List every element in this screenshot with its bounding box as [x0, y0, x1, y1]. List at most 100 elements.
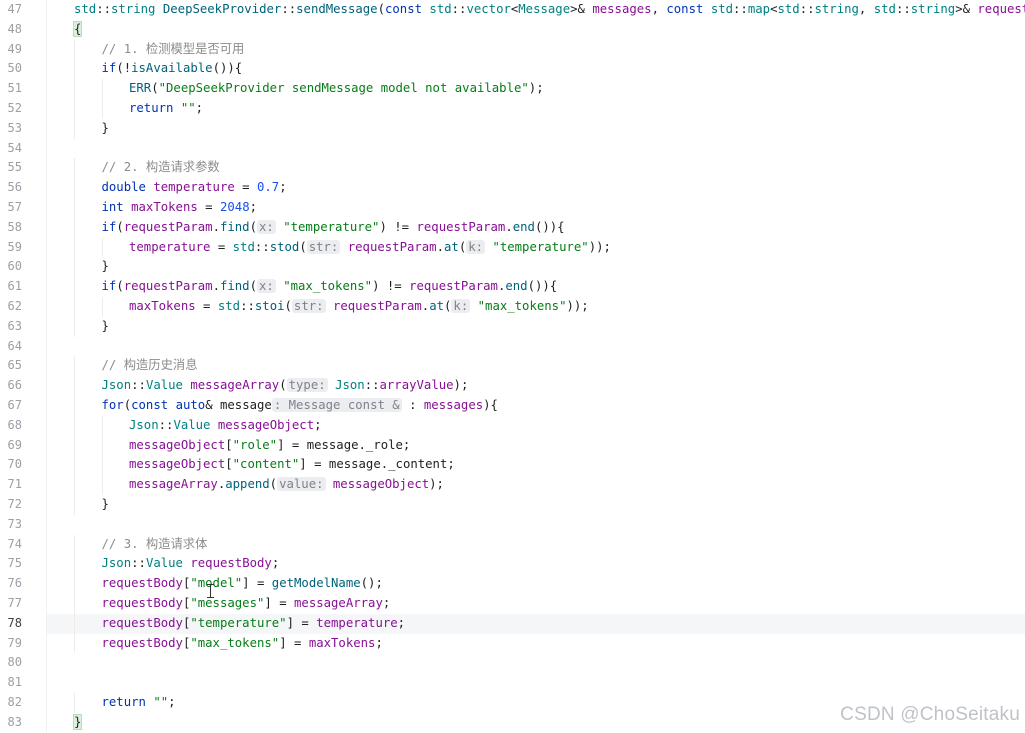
code-text[interactable]: // 1. 检测模型是否可用: [47, 39, 1025, 60]
code-text[interactable]: messageArray.append(value: messageObject…: [47, 475, 1025, 495]
code-line[interactable]: 74 // 3. 构造请求体: [0, 534, 1025, 555]
code-text[interactable]: [47, 673, 1025, 693]
code-line[interactable]: 73: [0, 515, 1025, 535]
code-line[interactable]: 69 messageObject["role"] = message._role;: [0, 435, 1025, 456]
code-line[interactable]: 60}: [0, 257, 1025, 278]
indent-guide: [101, 435, 103, 456]
code-line[interactable]: 54: [0, 139, 1025, 159]
code-text[interactable]: messageObject["role"] = message._role;: [47, 435, 1025, 456]
code-text[interactable]: if(!isAvailable()){: [47, 59, 1025, 80]
code-line[interactable]: 79 requestBody["max_tokens"] = maxTokens;: [0, 633, 1025, 654]
token-plain: .: [212, 219, 220, 234]
code-line[interactable]: 75 Json::Value requestBody;: [0, 554, 1025, 575]
code-text[interactable]: }: [47, 118, 1025, 139]
line-number: 78: [7, 615, 22, 630]
token-plain: ;: [382, 596, 391, 610]
code-line[interactable]: 76 requestBody["model"] = getModelName();: [0, 574, 1025, 594]
token-string: "role": [232, 437, 278, 452]
token-func: sendMessage: [296, 2, 378, 16]
token-string: "max_tokens": [283, 279, 373, 294]
code-line[interactable]: 50 if(!isAvailable()){: [0, 59, 1025, 80]
code-text[interactable]: messageObject["content"] = message._cont…: [47, 455, 1025, 476]
token-type: std: [217, 299, 241, 313]
code-line[interactable]: 47 std::string DeepSeekProvider::sendMess…: [0, 0, 1025, 20]
token-plain: ::: [895, 2, 911, 16]
code-text[interactable]: temperature = std::stod(str: requestPara…: [47, 237, 1025, 258]
code-line[interactable]: 81: [0, 673, 1025, 693]
code-line[interactable]: 57 int maxTokens = 2048;: [0, 198, 1025, 218]
code-line[interactable]: 55 // 2. 构造请求参数: [0, 158, 1025, 179]
token-comment: // 构造历史消息: [101, 358, 198, 373]
code-line[interactable]: 53}: [0, 118, 1025, 139]
code-text[interactable]: ERR("DeepSeekProvider sendMessage model …: [47, 79, 1025, 99]
code-text[interactable]: requestBody["messages"] = messageArray;: [47, 594, 1025, 614]
code-text[interactable]: requestBody["model"] = getModelName();: [47, 574, 1025, 594]
code-line[interactable]: 51 ERR("DeepSeekProvider sendMessage mode…: [0, 79, 1025, 99]
code-text[interactable]: }: [47, 316, 1025, 337]
code-line[interactable]: 56 double temperature = 0.7;: [0, 178, 1025, 198]
token-keyword: return: [101, 695, 146, 709]
indent-guide: [74, 237, 75, 258]
token-plain: ] = message._role;: [277, 437, 411, 452]
code-text[interactable]: requestBody["temperature"] = temperature…: [47, 613, 1025, 634]
code-text[interactable]: // 构造历史消息: [47, 356, 1025, 377]
indent-guide: [74, 217, 75, 238]
code-text[interactable]: if(requestParam.find(x: "temperature") !…: [47, 217, 1025, 238]
code-text[interactable]: [47, 337, 1025, 357]
code-text[interactable]: {: [47, 20, 1025, 40]
code-text[interactable]: }: [47, 257, 1025, 278]
code-text[interactable]: // 3. 构造请求体: [47, 534, 1025, 555]
indent-guide: [101, 99, 103, 119]
code-text[interactable]: Json::Value messageObject;: [47, 415, 1025, 436]
token-string: "temperature": [492, 239, 589, 254]
code-text[interactable]: for(const auto& message: Message const &…: [47, 396, 1025, 416]
token-plain: ::: [364, 378, 380, 393]
code-line[interactable]: 71 messageArray.append(value: messageObje…: [0, 475, 1025, 495]
token-plain: ::: [158, 417, 174, 432]
token-plain: (: [299, 239, 307, 254]
code-text[interactable]: Json::Value requestBody;: [47, 554, 1025, 575]
code-text[interactable]: [47, 139, 1025, 159]
code-line[interactable]: 66 Json::Value messageArray(type: Json::a…: [0, 376, 1025, 396]
code-line[interactable]: 67 for(const auto& message: Message const…: [0, 396, 1025, 416]
code-editor[interactable]: 47 std::string DeepSeekProvider::sendMess…: [0, 0, 1025, 732]
token-func: append: [225, 477, 270, 492]
code-line[interactable]: 61 if(requestParam.find(x: "max_tokens") …: [0, 277, 1025, 297]
code-text[interactable]: if(requestParam.find(x: "max_tokens") !=…: [47, 277, 1025, 297]
token-hint: k:: [466, 239, 486, 254]
code-line[interactable]: 64: [0, 337, 1025, 357]
code-line[interactable]: 62 maxTokens = std::stoi(str: requestPara…: [0, 297, 1025, 317]
code-text[interactable]: std::string DeepSeekProvider::sendMessag…: [47, 0, 1025, 20]
code-text[interactable]: }: [47, 495, 1025, 515]
code-line[interactable]: 80: [0, 653, 1025, 673]
code-line[interactable]: 77 requestBody["messages"] = messageArray…: [0, 594, 1025, 614]
token-var: requestBody: [101, 576, 183, 591]
code-line[interactable]: 59 temperature = std::stod(str: requestPa…: [0, 237, 1025, 258]
code-text[interactable]: // 2. 构造请求参数: [47, 158, 1025, 179]
code-text[interactable]: maxTokens = std::stoi(str: requestParam.…: [47, 297, 1025, 317]
code-text[interactable]: double temperature = 0.7;: [47, 178, 1025, 198]
code-line[interactable]: 68 Json::Value messageObject;: [0, 415, 1025, 436]
code-line[interactable]: 48 {: [0, 20, 1025, 40]
code-line[interactable]: 63}: [0, 316, 1025, 337]
indent-guide: [101, 237, 103, 258]
code-line[interactable]: 49 // 1. 检测模型是否可用: [0, 39, 1025, 60]
code-text[interactable]: int maxTokens = 2048;: [47, 198, 1025, 218]
code-line[interactable]: 70 messageObject["content"] = message._co…: [0, 455, 1025, 476]
token-hint: str:: [291, 299, 326, 313]
code-line[interactable]: 78 requestBody["temperature"] = temperatu…: [0, 613, 1025, 634]
token-plain: (: [116, 219, 124, 234]
code-text[interactable]: [47, 515, 1025, 535]
code-line[interactable]: 72}: [0, 495, 1025, 515]
token-func: isAvailable: [131, 61, 213, 76]
code-line[interactable]: 65 // 构造历史消息: [0, 356, 1025, 377]
token-var: requestParam: [347, 239, 437, 254]
code-text[interactable]: requestBody["max_tokens"] = maxTokens;: [47, 633, 1025, 654]
code-text[interactable]: Json::Value messageArray(type: Json::arr…: [47, 376, 1025, 396]
token-plain: );: [453, 378, 469, 393]
code-line[interactable]: 52 return "";: [0, 99, 1025, 119]
code-text[interactable]: [47, 653, 1025, 673]
code-text[interactable]: return "";: [47, 99, 1025, 119]
code-line[interactable]: 58 if(requestParam.find(x: "temperature")…: [0, 217, 1025, 238]
